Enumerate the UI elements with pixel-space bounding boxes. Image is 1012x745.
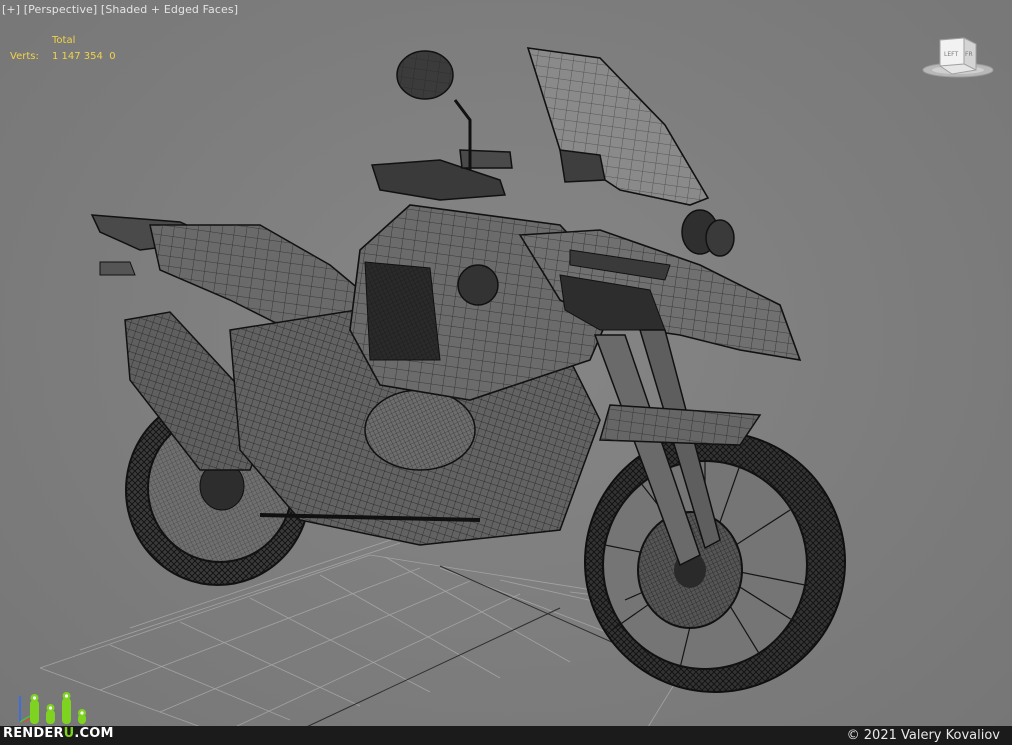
stats-header: Total <box>52 35 76 46</box>
stats-verts-row: Verts: 1 147 354 0 <box>10 49 116 65</box>
viewcube-front-face[interactable]: FR <box>965 51 973 58</box>
viewcube[interactable]: LEFT FR <box>918 34 996 84</box>
logo-suffix: .COM <box>74 726 114 741</box>
motorcycle-wireframe[interactable] <box>90 47 846 693</box>
headlights <box>681 209 735 257</box>
3d-viewport[interactable]: [+] [Perspective] [Shaded + Edged Faces]… <box>0 0 1012 745</box>
shading-mode-button[interactable]: [Shaded + Edged Faces] <box>101 3 238 16</box>
front-wheel <box>584 431 846 693</box>
stats-verts-label: Verts: <box>10 51 39 62</box>
viewport-label: [+] [Perspective] [Shaded + Edged Faces] <box>2 3 238 16</box>
copyright-text: © 2021 Valery Kovaliov <box>846 728 1000 743</box>
viewport-menu-button[interactable]: [+] <box>2 3 20 16</box>
viewport-scene[interactable] <box>0 0 1012 745</box>
stats-verts-selected: 0 <box>109 51 116 62</box>
windshield <box>526 47 710 206</box>
logo-main: RENDER <box>3 726 64 741</box>
stats-verts-value: 1 147 354 <box>52 51 103 62</box>
logo-accent: U <box>63 726 75 741</box>
view-mode-button[interactable]: [Perspective] <box>24 3 98 16</box>
renderu-logo-text[interactable]: RENDERU.COM <box>3 725 114 742</box>
viewcube-left-face[interactable]: LEFT <box>944 51 958 58</box>
